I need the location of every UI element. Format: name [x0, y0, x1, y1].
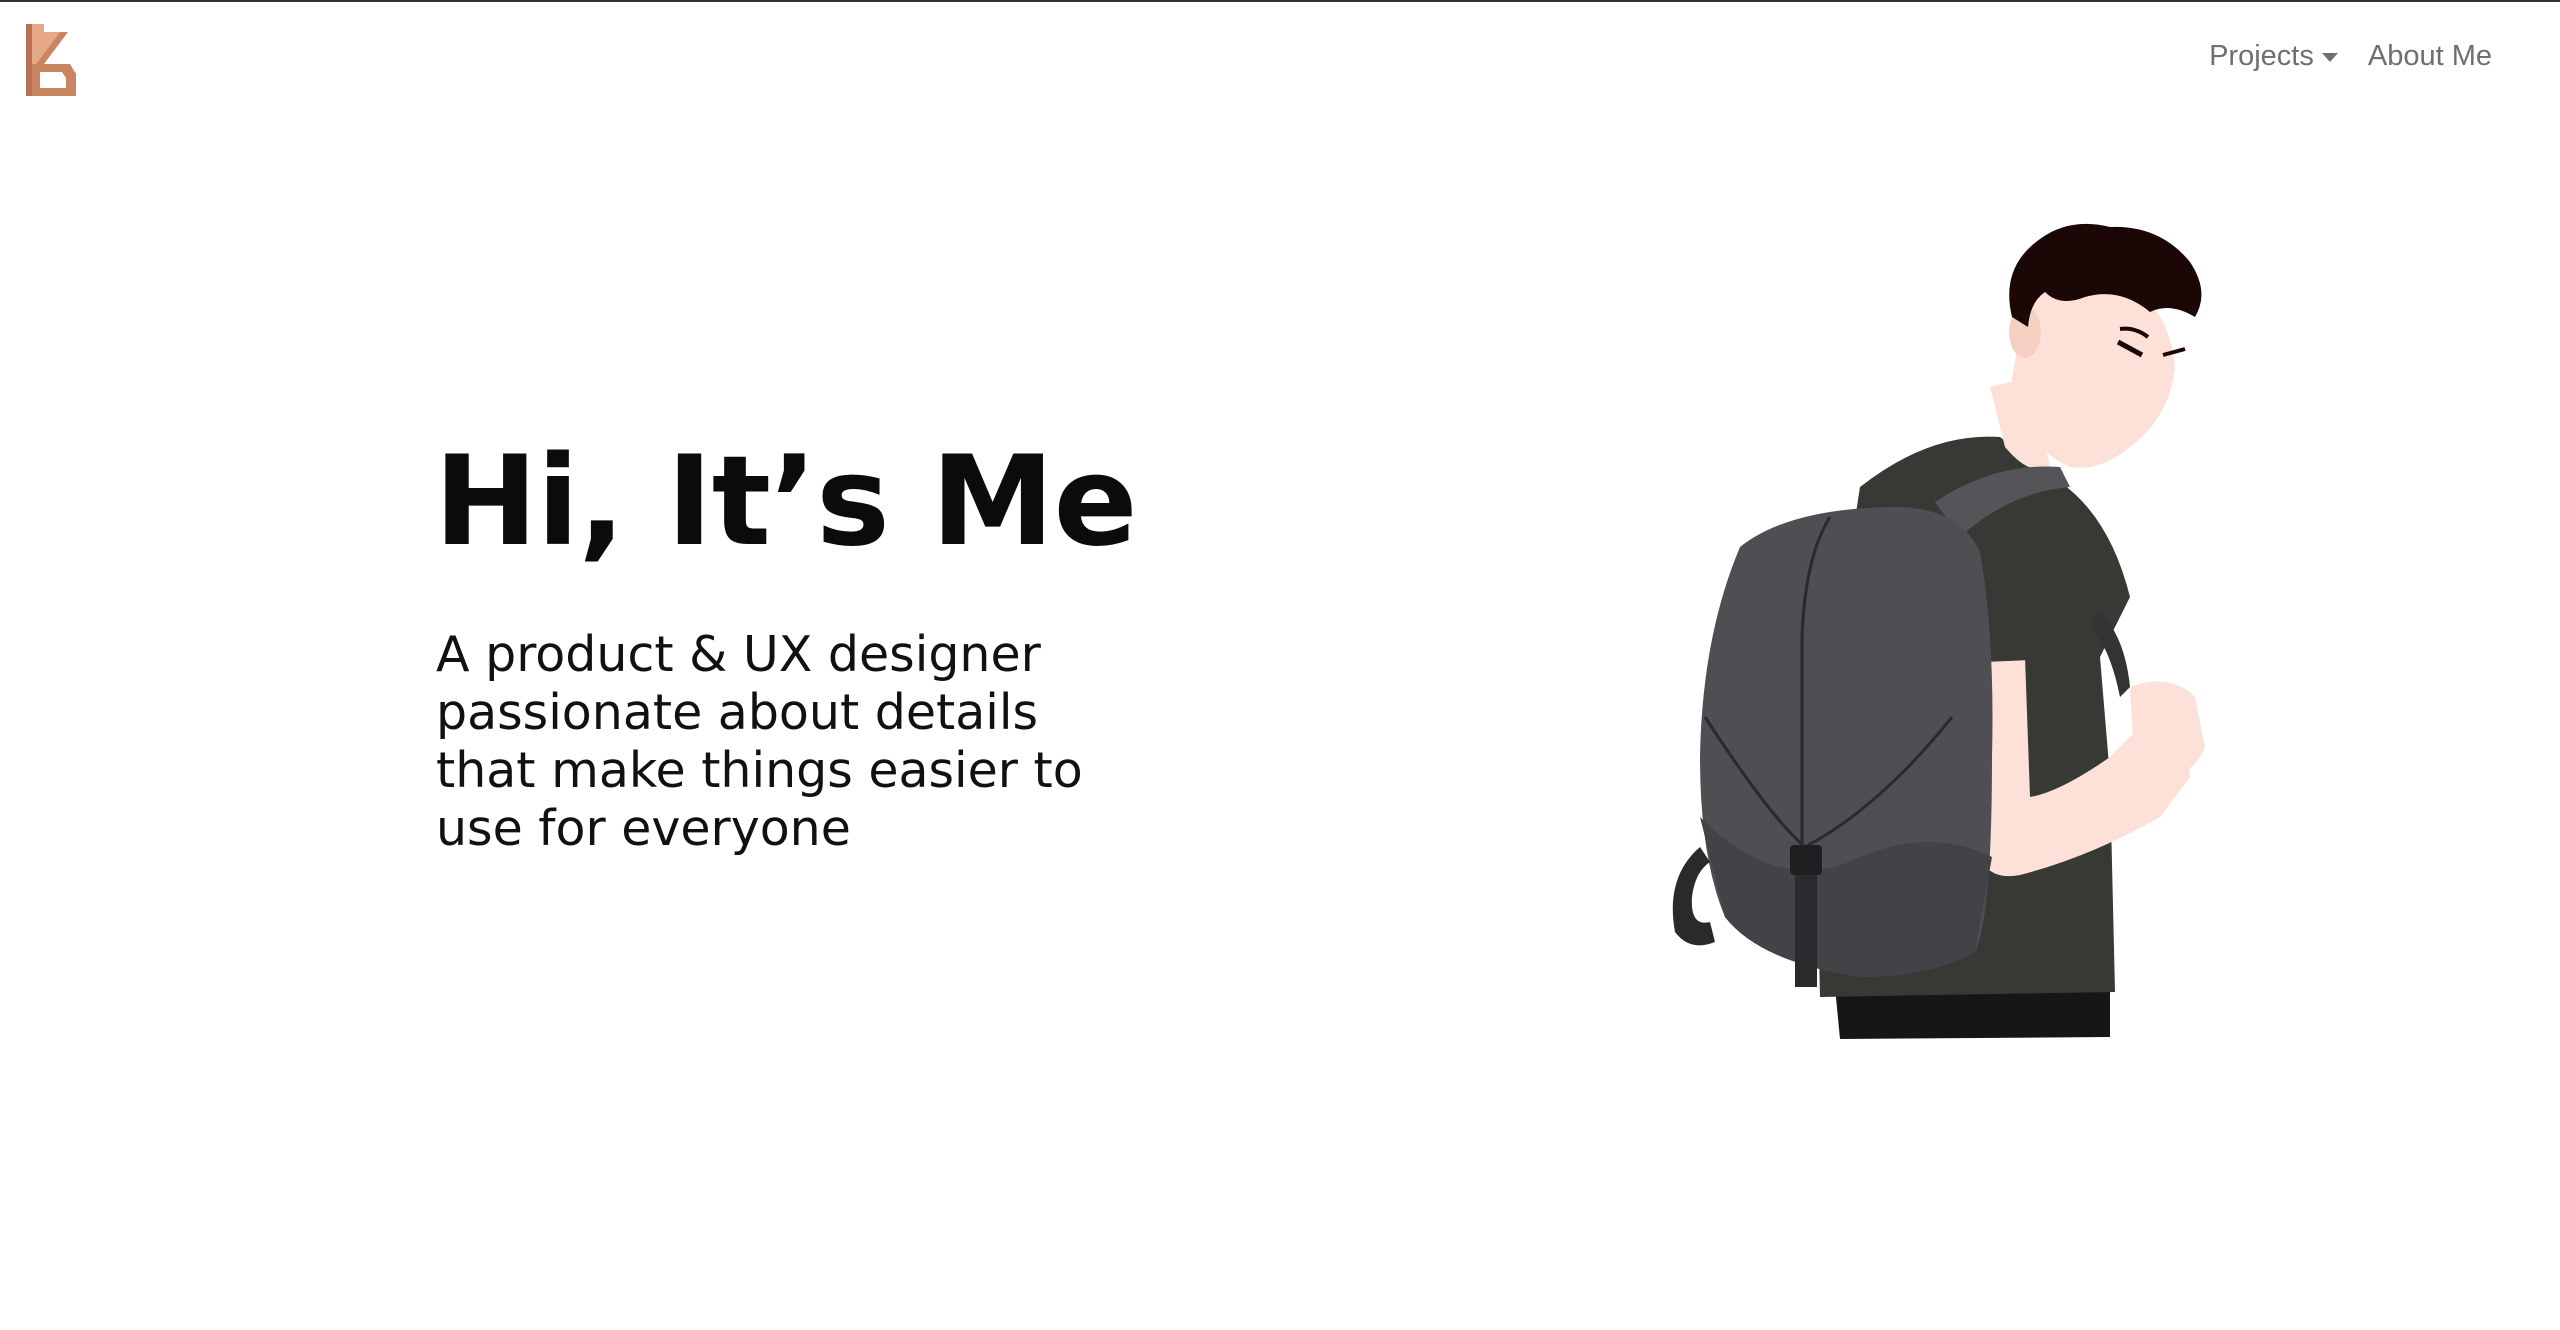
- person-with-backpack-illustration: [1672, 223, 2205, 1039]
- nav-projects-label: Projects: [2209, 40, 2314, 72]
- nav-about-label: About Me: [2367, 40, 2492, 72]
- nav-about-link[interactable]: About Me: [2368, 40, 2492, 73]
- nav-projects-dropdown[interactable]: Projects: [2209, 40, 2338, 73]
- logo-icon[interactable]: [26, 24, 76, 96]
- hero-title: Hi, It’s Me: [434, 430, 1138, 574]
- caret-down-icon: [2321, 53, 2338, 62]
- page: Projects About Me Hi, It’s Me A product …: [0, 0, 2560, 1330]
- hero-subtitle: A product & UX designer passionate about…: [436, 626, 1083, 857]
- top-nav: Projects About Me: [2209, 40, 2492, 73]
